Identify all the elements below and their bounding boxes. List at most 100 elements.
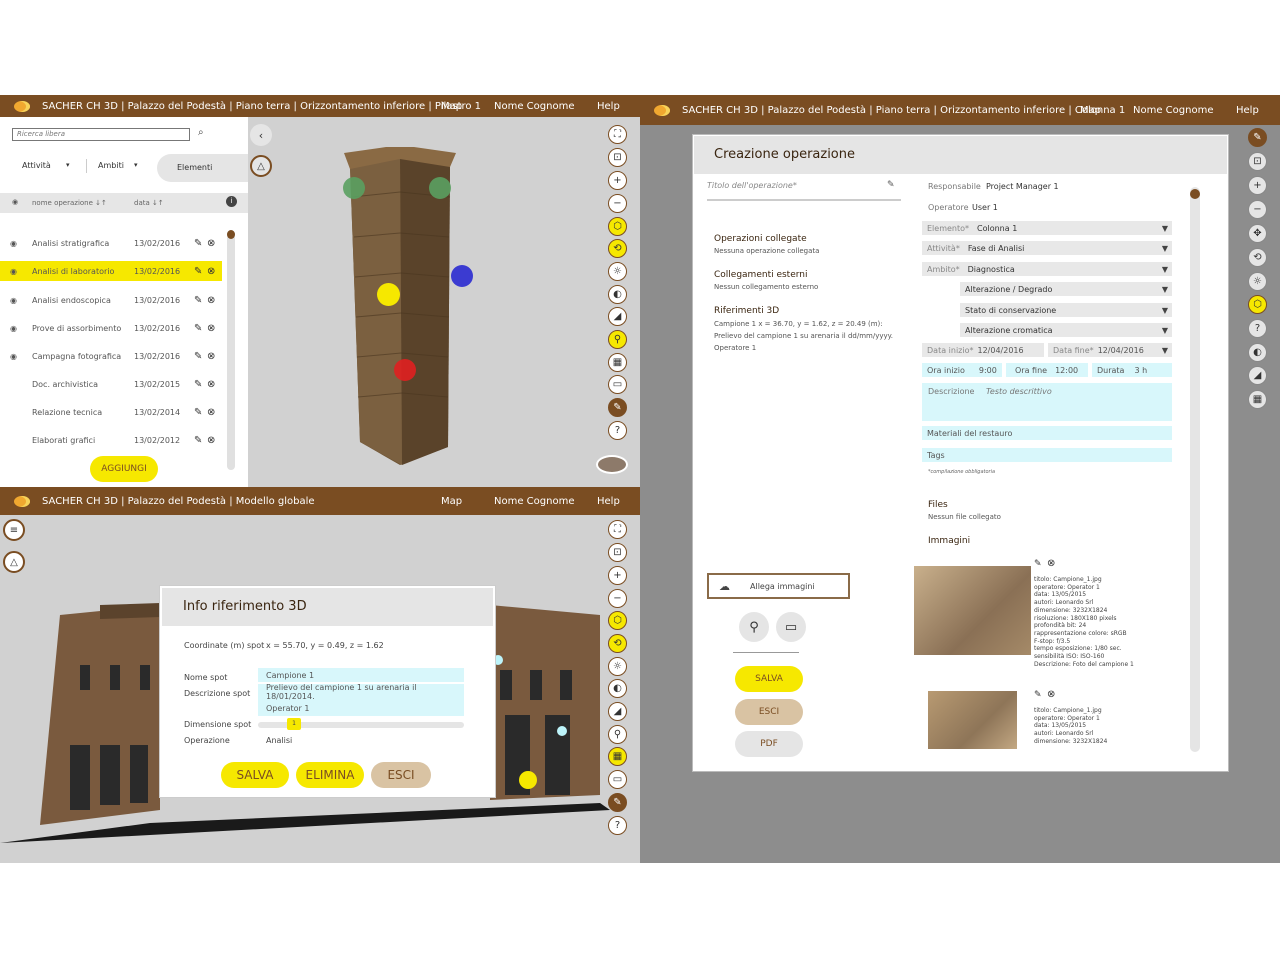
edit-icon[interactable]: ✎ [1248,128,1267,147]
user-name[interactable]: Nome Cognome [494,496,574,507]
close-icon[interactable]: ⊗ [207,435,215,446]
pencil-icon[interactable]: ✎ [194,351,202,362]
image-thumbnail[interactable] [928,691,1017,749]
cube-view-icon[interactable]: ⬡ [608,611,627,630]
measure-icon[interactable]: ◢ [608,307,627,326]
list-item[interactable]: ◉ Prove di assorbimento 13/02/2016 ✎ ⊗ [0,318,222,338]
zoom-out-icon[interactable]: − [608,589,627,608]
exit-button[interactable]: ESCI [371,762,431,788]
video-icon[interactable]: ▭ [608,375,627,394]
cube-view-icon[interactable]: ⬡ [1248,295,1267,314]
filter-attivita[interactable]: Attività [22,161,51,170]
menu-icon[interactable]: ≡ [3,519,25,541]
column-name-header[interactable]: nome operazione ↓↑ [32,199,107,207]
form-scrollbar[interactable] [1190,187,1200,752]
orbit-icon[interactable]: ⟲ [608,239,627,258]
data-inizio-input[interactable]: Data inizio* 12/04/2016 [922,343,1044,357]
search-input[interactable]: Ricerca libera [12,128,190,141]
exit-button[interactable]: ESCI [735,699,803,725]
close-icon[interactable]: ⊗ [207,407,215,418]
help-link[interactable]: Help [597,101,620,112]
tags-input[interactable]: Tags [922,448,1172,462]
sub-select-cromatica[interactable]: Alterazione cromatica ▼ [960,323,1172,337]
material-icon[interactable]: ◐ [608,679,627,698]
filter-elementi[interactable]: Elementi [157,154,248,182]
edit-icon[interactable]: ✎ [608,398,627,417]
attach-images-button[interactable]: ☁ Allega immagini [707,573,850,599]
close-icon[interactable]: ⊗ [207,323,215,334]
info-icon[interactable]: i [226,196,237,207]
zoom-out-icon[interactable]: − [1248,200,1267,219]
spot-marker-green[interactable] [429,177,451,199]
eye-icon[interactable]: ◉ [10,239,24,248]
size-slider-thumb[interactable]: 1 [287,718,301,730]
ora-fine-input[interactable]: Ora fine 12:00 [1006,363,1088,377]
durata-input[interactable]: Durata 3 h [1092,363,1172,377]
eye-icon[interactable]: ◉ [10,296,24,305]
map-link[interactable]: Map [441,496,462,507]
pencil-icon[interactable]: ✎ [1034,690,1042,700]
spot-marker-cyan[interactable] [557,726,567,736]
ora-inizio-input[interactable]: Ora inizio 9:00 [922,363,1002,377]
list-scrollbar[interactable] [227,230,235,470]
list-item[interactable]: ◉ Analisi endoscopica 13/02/2016 ✎ ⊗ [0,290,222,310]
zoom-in-icon[interactable]: + [608,171,627,190]
ambito-select[interactable]: Ambito* Diagnostica ▼ [922,262,1172,276]
calendar-icon[interactable]: ▦ [1248,390,1267,409]
spot-marker-blue[interactable] [451,265,473,287]
save-button[interactable]: SALVA [735,666,803,692]
pencil-icon[interactable]: ✎ [194,407,202,418]
list-item[interactable]: Doc. archivistica 13/02/2015 ✎ ⊗ [0,374,222,394]
pencil-icon[interactable]: ✎ [1034,559,1042,569]
orbit-icon[interactable]: ⟲ [1248,248,1267,267]
model-tree-icon[interactable]: △ [250,155,272,177]
pencil-icon[interactable]: ✎ [887,180,895,190]
filter-ambiti[interactable]: Ambiti [98,161,124,170]
light-icon[interactable]: ☼ [608,262,627,281]
spot-name-input[interactable]: Campione 1 [258,668,464,682]
close-icon[interactable]: ⊗ [207,266,215,277]
pan-icon[interactable]: ✥ [1248,224,1267,243]
zoom-extents-icon[interactable]: ⛶ [608,125,627,144]
calendar-icon[interactable]: ▦ [608,353,627,372]
user-name[interactable]: Nome Cognome [1133,105,1213,116]
model-tree-icon[interactable]: △ [3,551,25,573]
location-pin-icon[interactable]: ⚲ [739,612,769,642]
close-icon[interactable]: ⊗ [207,295,215,306]
help-icon[interactable]: ? [1248,319,1267,338]
close-icon[interactable]: ⊗ [207,351,215,362]
zoom-window-icon[interactable]: ⊡ [608,543,627,562]
zoom-window-icon[interactable]: ⊡ [1248,152,1267,171]
zoom-in-icon[interactable]: + [608,566,627,585]
measure-icon[interactable]: ◢ [1248,366,1267,385]
add-button[interactable]: AGGIUNGI [90,456,158,482]
edit-icon[interactable]: ✎ [608,793,627,812]
sub-select-stato[interactable]: Stato di conservazione ▼ [960,303,1172,317]
close-icon[interactable]: ⊗ [207,238,215,249]
video-icon[interactable]: ▭ [608,770,627,789]
list-item[interactable]: ◉ Campagna fotografica 13/02/2016 ✎ ⊗ [0,346,222,366]
close-icon[interactable]: ⊗ [207,379,215,390]
calendar-icon[interactable]: ▦ [608,747,627,766]
pdf-button[interactable]: PDF [735,731,803,757]
zoom-in-icon[interactable]: + [1248,176,1267,195]
scroll-thumb[interactable] [1190,189,1200,199]
operation-title-input[interactable]: Titolo dell'operazione* [707,181,901,201]
zoom-window-icon[interactable]: ⊡ [608,148,627,167]
column-date-header[interactable]: data ↓↑ [134,199,164,207]
pin-icon[interactable]: ⚲ [608,330,627,349]
elemento-select[interactable]: Elemento* Colonna 1 ▼ [922,221,1172,235]
image-thumbnail[interactable] [914,566,1031,655]
zoom-extents-icon[interactable]: ⛶ [608,520,627,539]
pencil-icon[interactable]: ✎ [194,238,202,249]
map-link[interactable]: Map [1080,105,1101,116]
save-button[interactable]: SALVA [221,762,289,788]
list-item[interactable]: Elaborati grafici 13/02/2012 ✎ ⊗ [0,430,222,450]
orbit-icon[interactable]: ⟲ [608,634,627,653]
materiali-input[interactable]: Materiali del restauro [922,426,1172,440]
cube-view-icon[interactable]: ⬡ [608,217,627,236]
help-icon[interactable]: ? [608,421,627,440]
map-link[interactable]: Map [441,101,462,112]
list-item[interactable]: Relazione tecnica 13/02/2014 ✎ ⊗ [0,402,222,422]
spot-marker-red[interactable] [394,359,416,381]
